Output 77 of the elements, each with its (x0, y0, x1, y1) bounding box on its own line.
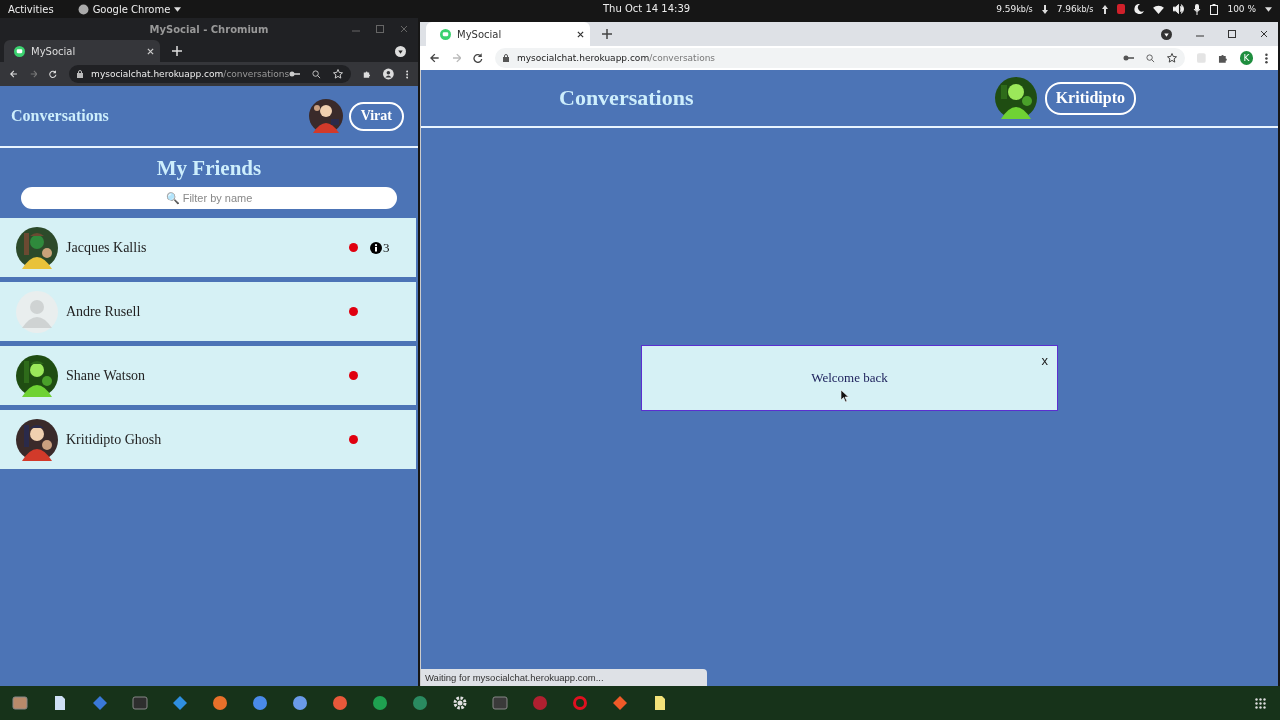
puzzle-icon[interactable] (363, 69, 371, 79)
terminal-icon[interactable] (132, 695, 148, 711)
settings-icon[interactable] (452, 695, 468, 711)
friend-name: Andre Rusell (66, 303, 142, 320)
lock-icon (502, 54, 509, 62)
battery-level[interactable]: 100 % (1227, 4, 1256, 14)
download-arrow-icon (1041, 4, 1048, 14)
diamond-icon[interactable] (92, 695, 108, 711)
reload-icon[interactable] (473, 53, 483, 63)
browser-tab[interactable]: MySocial (426, 22, 590, 46)
page-heading: Conversations (559, 85, 694, 111)
close-button[interactable]: x (1038, 351, 1051, 370)
page-heading: Conversations (11, 107, 109, 125)
avatar-placeholder-icon (16, 290, 58, 333)
puzzle-icon[interactable] (1218, 53, 1228, 63)
caret-icon (174, 6, 182, 12)
cursor-icon (841, 390, 849, 402)
info-icon (370, 241, 382, 254)
app-menu[interactable]: Google Chrome (77, 3, 182, 15)
maximize-icon[interactable] (1228, 30, 1236, 38)
download-circle-icon[interactable] (1161, 28, 1172, 40)
browser-tab[interactable]: MySocial (4, 40, 160, 62)
code-editor-icon[interactable] (172, 695, 188, 711)
app-grid-icon[interactable] (1255, 697, 1266, 709)
key-icon[interactable] (289, 71, 301, 77)
activities-button[interactable]: Activities (8, 3, 54, 15)
friend-row[interactable]: Kritidipto Ghosh (0, 410, 416, 469)
close-icon[interactable] (577, 30, 584, 38)
menu-icon[interactable] (405, 68, 409, 80)
back-icon[interactable] (430, 53, 440, 63)
speaker-icon[interactable] (1173, 4, 1185, 14)
chat-bubble-icon (440, 28, 451, 40)
app-name: Google Chrome (92, 3, 171, 15)
search-field[interactable]: 🔍 Filter by name (21, 187, 397, 209)
zoom-icon[interactable] (312, 69, 322, 79)
menu-icon[interactable] (1265, 52, 1268, 64)
chat-bubble-icon (14, 45, 25, 57)
friend-row[interactable]: Andre Rusell (0, 282, 416, 341)
upload-arrow-icon (1102, 4, 1109, 14)
caret-icon[interactable] (1265, 6, 1272, 12)
close-icon[interactable] (1260, 30, 1268, 38)
profile-icon[interactable] (382, 67, 394, 81)
status-bubble: Waiting for mysocialchat.herokuapp.com... (421, 669, 707, 686)
document-icon[interactable] (52, 695, 68, 711)
moon-icon[interactable] (1134, 4, 1145, 14)
download-speed: 9.59kb/s (996, 4, 1033, 14)
friend-name: Shane Watson (66, 367, 147, 384)
window-title: MySocial - Chromium (149, 23, 269, 35)
friend-row[interactable]: Jacques Kallis 3 (0, 218, 416, 277)
tab-title: MySocial (457, 28, 502, 40)
monitor-icon[interactable] (492, 695, 508, 711)
upload-speed: 7.96kb/s (1056, 4, 1094, 14)
profile-avatar[interactable]: K (1239, 51, 1254, 65)
battery-icon[interactable] (1210, 3, 1219, 15)
clock[interactable]: Thu Oct 14 14:39 (603, 3, 691, 14)
forward-icon[interactable] (29, 69, 38, 79)
key-icon[interactable] (1123, 55, 1135, 61)
friend-name: Kritidipto Ghosh (66, 431, 163, 448)
wifi-icon[interactable] (1153, 4, 1165, 14)
download-circle-icon[interactable] (395, 45, 406, 57)
user-button[interactable]: Kritidipto (1044, 81, 1136, 115)
unread-count: 3 (383, 239, 390, 256)
ring-icon[interactable] (572, 695, 588, 711)
plus-icon[interactable] (602, 29, 612, 39)
user-button[interactable]: Virat (348, 101, 404, 131)
friend-row[interactable]: Shane Watson (0, 346, 416, 405)
zoom-icon[interactable] (1146, 53, 1156, 63)
address-bar[interactable]: mysocialchat.herokuapp.com/conversations (69, 65, 352, 83)
section-title: My Friends (155, 156, 263, 182)
tab-title: MySocial (31, 45, 76, 57)
microphone-icon[interactable] (1193, 3, 1202, 15)
star-icon[interactable] (1167, 53, 1178, 63)
address-bar[interactable]: mysocialchat.herokuapp.com/conversations (494, 48, 1186, 68)
toast-message: Welcome back (811, 370, 888, 386)
friend-name: Jacques Kallis (66, 239, 148, 256)
note-icon[interactable] (652, 695, 668, 711)
lock-icon (77, 70, 84, 78)
